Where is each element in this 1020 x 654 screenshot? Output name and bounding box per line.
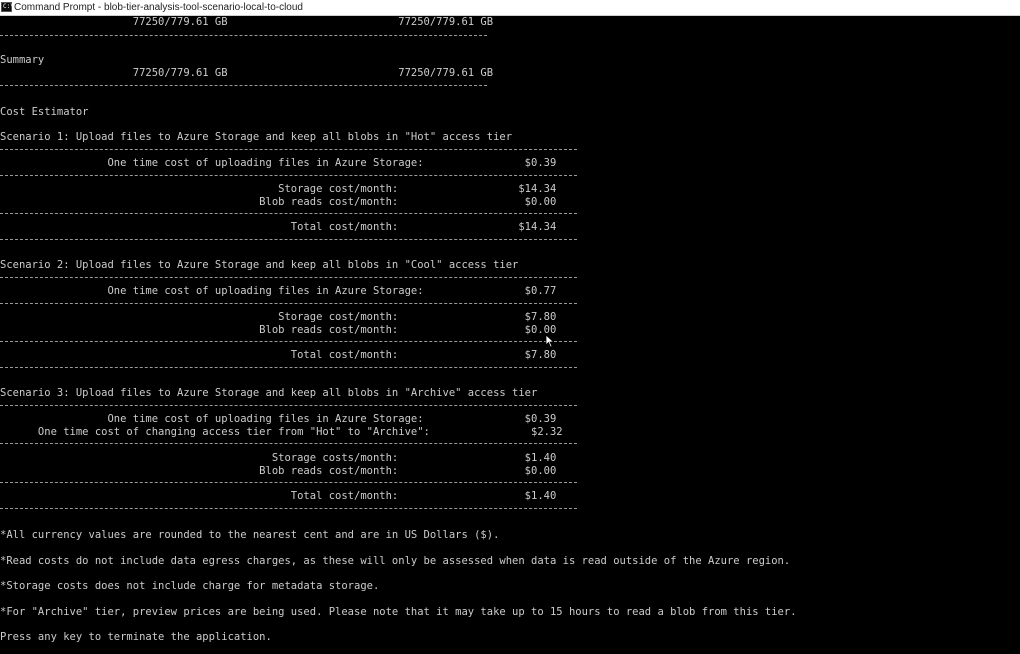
cost-estimator-heading: Cost Estimator — [0, 106, 89, 118]
note-archive: *For "Archive" tier, preview prices are … — [0, 606, 797, 618]
scenario-3-total-cost: Total cost/month: $1.40 — [0, 490, 557, 502]
separator — [0, 213, 577, 214]
scenario-2-storage-cost: Storage cost/month: $7.80 — [0, 311, 557, 323]
separator — [0, 175, 577, 176]
scenario-1-storage-cost: Storage cost/month: $14.34 — [0, 183, 557, 195]
separator — [0, 341, 577, 342]
separator — [0, 149, 577, 150]
separator — [0, 35, 487, 36]
console-output[interactable]: 77250/779.61 GB 77250/779.61 GB Summary … — [0, 16, 1020, 654]
separator — [0, 239, 577, 240]
window-titlebar[interactable]: C:\ Command Prompt - blob-tier-analysis-… — [0, 0, 1020, 16]
summary-values: 77250/779.61 GB 77250/779.61 GB — [0, 67, 494, 79]
scenario-1-upload-cost: One time cost of uploading files in Azur… — [0, 157, 557, 169]
note-read-costs: *Read costs do not include data egress c… — [0, 555, 791, 567]
terminate-prompt: Press any key to terminate the applicati… — [0, 631, 272, 643]
summary-heading: Summary — [0, 54, 45, 66]
scenario-3-storage-cost: Storage costs/month: $1.40 — [0, 452, 557, 464]
note-storage: *Storage costs does not include charge f… — [0, 580, 380, 592]
separator — [0, 508, 577, 509]
scenario-3-upload-cost: One time cost of uploading files in Azur… — [0, 413, 557, 425]
scenario-1-title: Scenario 1: Upload files to Azure Storag… — [0, 131, 513, 143]
command-prompt-icon-label: C:\ — [3, 3, 14, 10]
scenario-3-tier-change-cost: One time cost of changing access tier fr… — [0, 426, 563, 438]
scenario-1-total-cost: Total cost/month: $14.34 — [0, 221, 557, 233]
separator — [0, 443, 577, 444]
separator — [0, 367, 577, 368]
separator — [0, 85, 487, 86]
console-line-totals: 77250/779.61 GB 77250/779.61 GB — [0, 16, 494, 28]
separator — [0, 303, 577, 304]
scenario-2-upload-cost: One time cost of uploading files in Azur… — [0, 285, 557, 297]
scenario-3-title: Scenario 3: Upload files to Azure Storag… — [0, 387, 538, 399]
mouse-pointer-icon — [545, 334, 555, 348]
scenario-2-reads-cost: Blob reads cost/month: $0.00 — [0, 324, 557, 336]
scenario-2-total-cost: Total cost/month: $7.80 — [0, 349, 557, 361]
note-currency: *All currency values are rounded to the … — [0, 529, 500, 541]
scenario-1-reads-cost: Blob reads cost/month: $0.00 — [0, 196, 557, 208]
separator — [0, 405, 577, 406]
scenario-3-reads-cost: Blob reads cost/month: $0.00 — [0, 465, 557, 477]
window-title: Command Prompt - blob-tier-analysis-tool… — [14, 2, 303, 13]
scenario-2-title: Scenario 2: Upload files to Azure Storag… — [0, 259, 519, 271]
separator — [0, 482, 577, 483]
command-prompt-icon: C:\ — [1, 2, 14, 12]
separator — [0, 277, 577, 278]
